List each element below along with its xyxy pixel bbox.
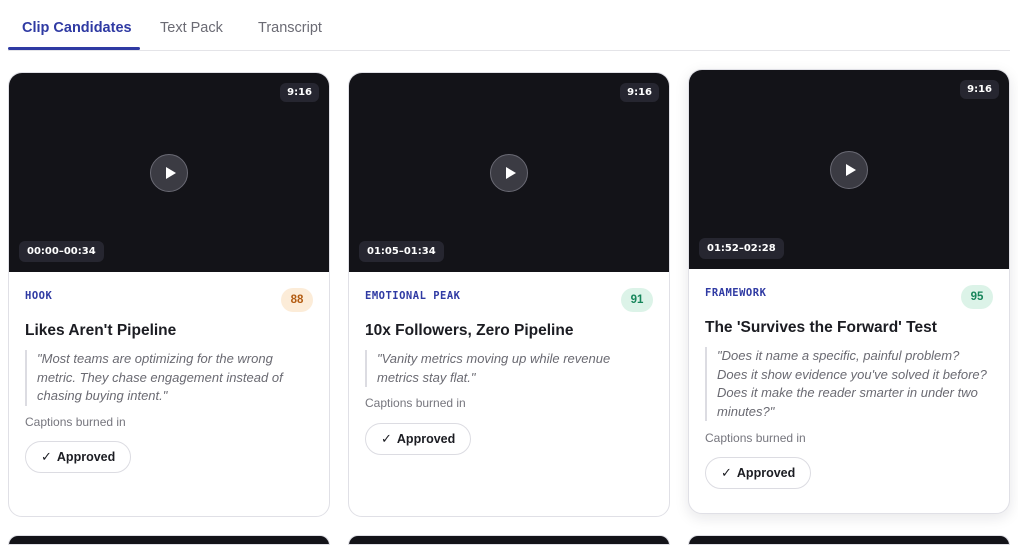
aspect-ratio-badge: 9:16 [280, 83, 319, 102]
clip-quote: "Does it name a specific, painful proble… [705, 347, 993, 422]
clip-card[interactable]: 9:16 01:05–01:34 EMOTIONAL PEAK 91 10x F… [348, 72, 670, 517]
clip-title: 10x Followers, Zero Pipeline [365, 322, 574, 339]
clip-card-next-row[interactable] [688, 535, 1010, 545]
card-body: FRAMEWORK 95 The 'Survives the Forward' … [689, 269, 1009, 513]
clip-tag: EMOTIONAL PEAK [365, 290, 461, 302]
captions-status: Captions burned in [705, 431, 806, 445]
time-range-badge: 01:52–02:28 [699, 238, 784, 259]
check-icon: ✓ [721, 465, 732, 480]
score-badge: 91 [621, 288, 653, 312]
clip-quote: "Most teams are optimizing for the wrong… [25, 350, 313, 406]
check-icon: ✓ [41, 449, 52, 464]
card-body: HOOK 88 Likes Aren't Pipeline "Most team… [9, 272, 329, 516]
approved-button[interactable]: ✓ Approved [365, 423, 472, 455]
approved-button[interactable]: ✓ Approved [705, 457, 812, 489]
clip-tag: HOOK [25, 290, 53, 302]
video-preview[interactable]: 9:16 00:00–00:34 [9, 73, 329, 272]
clip-tag: FRAMEWORK [705, 287, 767, 299]
captions-status: Captions burned in [25, 415, 126, 429]
clip-title: The 'Survives the Forward' Test [705, 319, 937, 336]
clip-title: Likes Aren't Pipeline [25, 322, 177, 339]
score-badge: 95 [961, 285, 993, 309]
clip-card[interactable]: 9:16 00:00–00:34 HOOK 88 Likes Aren't Pi… [8, 72, 330, 517]
card-body: EMOTIONAL PEAK 91 10x Followers, Zero Pi… [349, 272, 669, 516]
tab-transcript[interactable]: Transcript [258, 20, 322, 36]
aspect-ratio-badge: 9:16 [620, 83, 659, 102]
approved-label: Approved [736, 466, 796, 480]
video-preview[interactable]: 9:16 01:05–01:34 [349, 73, 669, 272]
tab-clip-candidates[interactable]: Clip Candidates [22, 20, 132, 36]
time-range-badge: 01:05–01:34 [359, 241, 444, 262]
tab-text-pack[interactable]: Text Pack [160, 20, 223, 36]
play-icon [505, 166, 516, 179]
approved-label: Approved [56, 450, 116, 464]
time-range-badge: 00:00–00:34 [19, 241, 104, 262]
play-icon [845, 163, 856, 176]
video-preview[interactable]: 9:16 01:52–02:28 [689, 70, 1009, 269]
clip-card[interactable]: 9:16 01:52–02:28 FRAMEWORK 95 The 'Survi… [688, 69, 1010, 514]
clip-card-next-row[interactable] [8, 535, 330, 545]
clip-quote: "Vanity metrics moving up while revenue … [365, 350, 653, 388]
play-button[interactable] [150, 153, 188, 192]
approved-button[interactable]: ✓ Approved [25, 441, 132, 473]
clip-card-next-row[interactable] [348, 535, 670, 545]
play-button[interactable] [830, 150, 868, 189]
approved-label: Approved [396, 432, 456, 446]
play-icon [165, 166, 176, 179]
captions-status: Captions burned in [365, 396, 466, 410]
play-button[interactable] [490, 153, 528, 192]
check-icon: ✓ [381, 431, 392, 446]
score-badge: 88 [281, 288, 313, 312]
tab-bar: Clip Candidates Text Pack Transcript [8, 0, 1010, 51]
aspect-ratio-badge: 9:16 [960, 80, 999, 99]
active-tab-indicator [8, 47, 140, 50]
